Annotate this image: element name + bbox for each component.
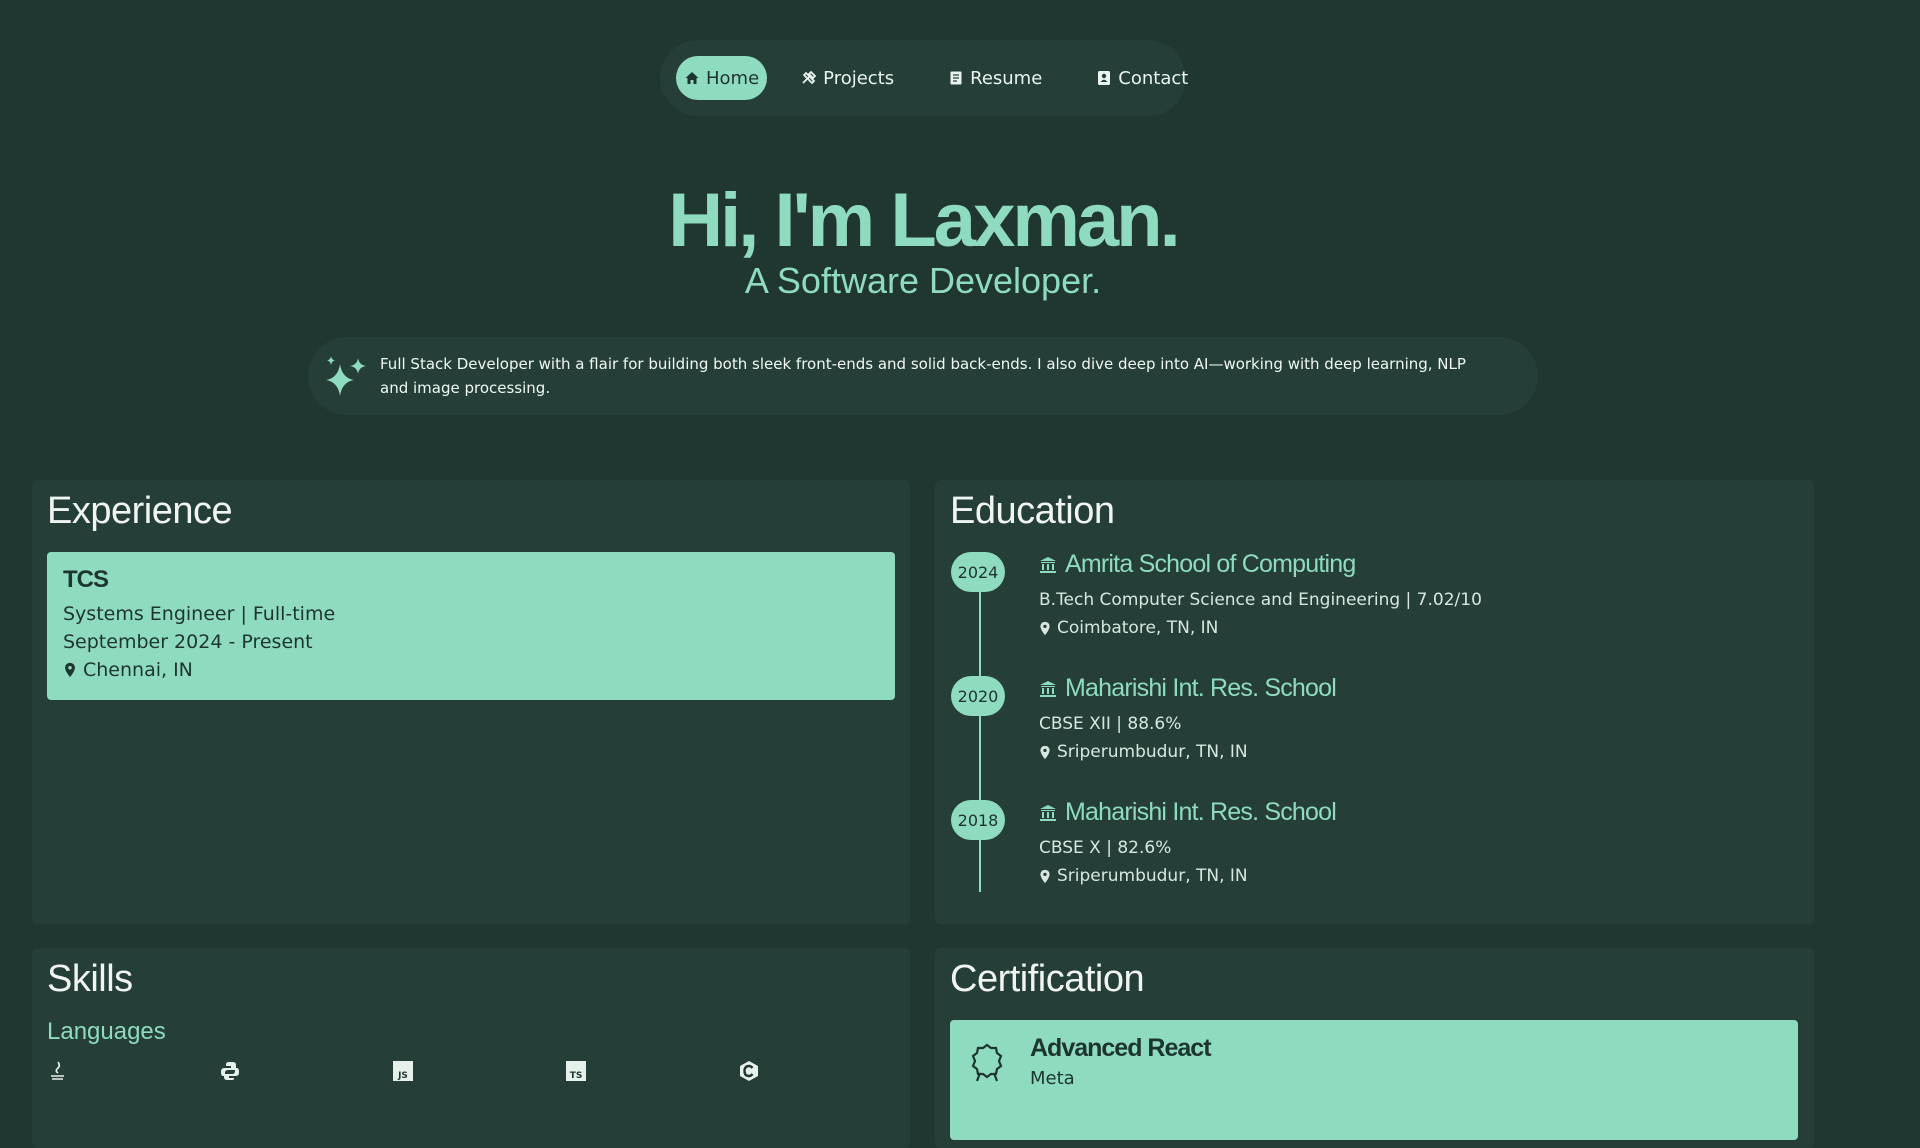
nav-resume[interactable]: Resume bbox=[928, 56, 1062, 100]
education-location: Sriperumbudur, TN, IN bbox=[1039, 866, 1248, 886]
education-location-text: Sriperumbudur, TN, IN bbox=[1057, 866, 1248, 886]
education-school: Amrita School of Computing bbox=[1039, 550, 1356, 579]
home-icon bbox=[685, 72, 699, 84]
hero-subtitle: A Software Developer. bbox=[744, 260, 1102, 301]
experience-location-text: Chennai, IN bbox=[83, 659, 193, 681]
year-badge: 2018 bbox=[951, 800, 1005, 840]
education-detail: B.Tech Computer Science and Engineering … bbox=[1039, 590, 1482, 610]
location-pin-icon bbox=[1040, 869, 1050, 883]
education-detail: CBSE X | 82.6% bbox=[1039, 838, 1172, 858]
certification-title: Certification bbox=[950, 958, 1145, 1000]
experience-title: Experience bbox=[47, 490, 233, 532]
education-school-name: Maharishi Int. Res. School bbox=[1065, 674, 1337, 702]
nav-contact[interactable]: Contact bbox=[1076, 56, 1208, 100]
institution-icon bbox=[1040, 556, 1056, 573]
education-detail: CBSE XII | 88.6% bbox=[1039, 714, 1182, 734]
certification-card: Certification Advanced React Meta bbox=[935, 948, 1814, 1148]
education-card: Education 2024 Amrita School of Computin… bbox=[935, 480, 1814, 924]
experience-dates: September 2024 - Present bbox=[63, 631, 313, 653]
institution-icon bbox=[1040, 804, 1056, 821]
experience-role: Systems Engineer | Full-time bbox=[63, 603, 336, 625]
certification-issuer: Meta bbox=[1030, 1068, 1075, 1089]
document-icon bbox=[950, 71, 962, 85]
location-pin-icon bbox=[1040, 621, 1050, 635]
nav-contact-label: Contact bbox=[1118, 67, 1189, 89]
experience-card: Experience TCS Systems Engineer | Full-t… bbox=[32, 480, 910, 924]
education-school: Maharishi Int. Res. School bbox=[1039, 798, 1337, 827]
education-location: Coimbatore, TN, IN bbox=[1039, 618, 1218, 638]
year-badge: 2024 bbox=[951, 552, 1005, 592]
skills-card: Skills Languages JS TS bbox=[32, 948, 910, 1148]
nav-projects-label: Projects bbox=[823, 67, 895, 89]
location-pin-icon bbox=[1040, 745, 1050, 759]
timeline-line bbox=[979, 568, 981, 892]
python-icon bbox=[221, 1062, 239, 1080]
education-school: Maharishi Int. Res. School bbox=[1039, 674, 1337, 703]
hero-title: Hi, I'm Laxman. bbox=[668, 178, 1180, 263]
experience-location: Chennai, IN bbox=[63, 656, 879, 684]
intro-banner: Full Stack Developer with a flair for bu… bbox=[308, 337, 1538, 415]
certification-item: Advanced React Meta bbox=[950, 1020, 1798, 1140]
nav-resume-label: Resume bbox=[970, 67, 1043, 89]
education-school-name: Amrita School of Computing bbox=[1065, 550, 1356, 578]
skills-title: Skills bbox=[47, 958, 133, 1000]
location-pin-icon bbox=[65, 662, 75, 678]
award-ribbon-icon bbox=[971, 1043, 1003, 1082]
javascript-icon: JS bbox=[393, 1061, 413, 1081]
education-title: Education bbox=[950, 490, 1115, 532]
contact-card-icon bbox=[1098, 71, 1111, 85]
year-badge: 2020 bbox=[951, 676, 1005, 716]
top-nav: Home Projects Resume Contact bbox=[660, 40, 1188, 116]
experience-company: TCS bbox=[63, 566, 109, 593]
java-icon bbox=[51, 1061, 64, 1080]
education-school-name: Maharishi Int. Res. School bbox=[1065, 798, 1337, 826]
nav-home-label: Home bbox=[706, 67, 760, 89]
skills-languages-heading: Languages bbox=[47, 1018, 166, 1045]
institution-icon bbox=[1040, 680, 1056, 697]
certification-name: Advanced React bbox=[1030, 1034, 1212, 1062]
education-location: Sriperumbudur, TN, IN bbox=[1039, 742, 1248, 762]
typescript-icon: TS bbox=[566, 1061, 586, 1081]
experience-item: TCS Systems Engineer | Full-time Septemb… bbox=[47, 552, 895, 700]
c-icon bbox=[740, 1061, 758, 1081]
nav-home[interactable]: Home bbox=[676, 56, 768, 100]
education-location-text: Coimbatore, TN, IN bbox=[1057, 618, 1219, 638]
nav-projects[interactable]: Projects bbox=[781, 56, 914, 100]
tools-icon bbox=[802, 70, 817, 85]
sparkle-icon bbox=[326, 356, 366, 396]
education-location-text: Sriperumbudur, TN, IN bbox=[1057, 742, 1248, 762]
intro-text: Full Stack Developer with a flair for bu… bbox=[380, 355, 1466, 397]
